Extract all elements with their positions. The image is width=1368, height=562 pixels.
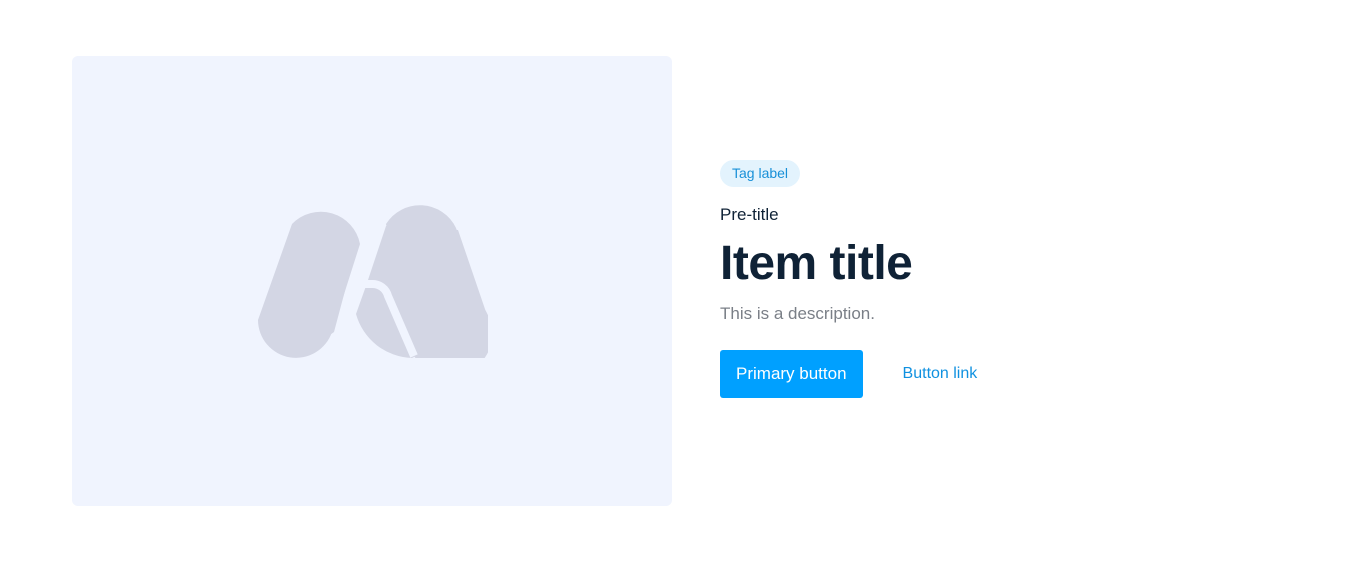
item-title: Item title (720, 237, 913, 290)
media-placeholder (72, 56, 672, 506)
content-card: Tag label Pre-title Item title This is a… (0, 0, 1368, 562)
card-content: Tag label Pre-title Item title This is a… (720, 160, 1320, 398)
button-link[interactable]: Button link (903, 365, 978, 383)
tag-label: Tag label (720, 160, 801, 187)
placeholder-logo-icon (258, 205, 488, 358)
primary-button[interactable]: Primary button (720, 350, 863, 398)
action-row: Primary button Button link (720, 350, 1320, 398)
pretitle: Pre-title (720, 205, 779, 224)
item-description: This is a description. (720, 304, 875, 323)
